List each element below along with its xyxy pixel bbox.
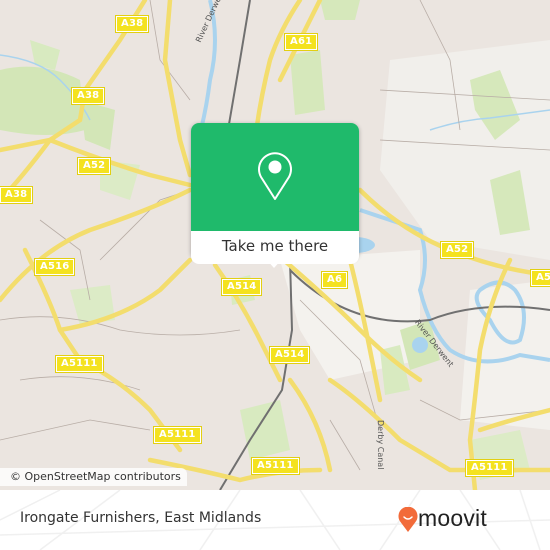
road-shield-a52: A52	[529, 269, 550, 287]
road-shield-a5111: A5111	[153, 426, 202, 444]
popup-pointer	[266, 259, 282, 268]
moovit-wordmark: moovit	[418, 505, 487, 531]
road-shield-a38: A38	[114, 15, 150, 33]
location-pin-icon	[258, 152, 292, 200]
road-shield-a61: A61	[283, 33, 319, 51]
place-name: Irongate Furnishers, East Midlands	[20, 510, 262, 526]
road-shield-a5111: A5111	[55, 355, 104, 373]
map-attribution[interactable]: © OpenStreetMap contributors	[0, 468, 187, 486]
road-shield-a38: A38	[0, 186, 34, 204]
road-shield-a514: A514	[220, 278, 263, 296]
canal-label: Derby Canal	[376, 420, 385, 470]
road-shield-a52: A52	[76, 157, 112, 175]
popup-header[interactable]	[191, 123, 359, 231]
road-shield-a516: A516	[33, 258, 76, 276]
road-shield-a6: A6	[320, 271, 349, 289]
road-shield-a38: A38	[70, 87, 106, 105]
destination-popup[interactable]: Take me there	[191, 123, 359, 268]
moovit-pin-icon	[398, 507, 418, 532]
road-shield-a514: A514	[268, 346, 311, 364]
road-shield-a52: A52	[439, 241, 475, 259]
road-shield-a5111: A5111	[251, 457, 300, 475]
map-view[interactable]: A38 A38 A38 A52 A61 A516 A514 A6 A52 A52…	[0, 0, 550, 490]
footer: Irongate Furnishers, East Midlands moovi…	[0, 490, 550, 550]
road-shield-a5111: A5111	[465, 459, 514, 477]
